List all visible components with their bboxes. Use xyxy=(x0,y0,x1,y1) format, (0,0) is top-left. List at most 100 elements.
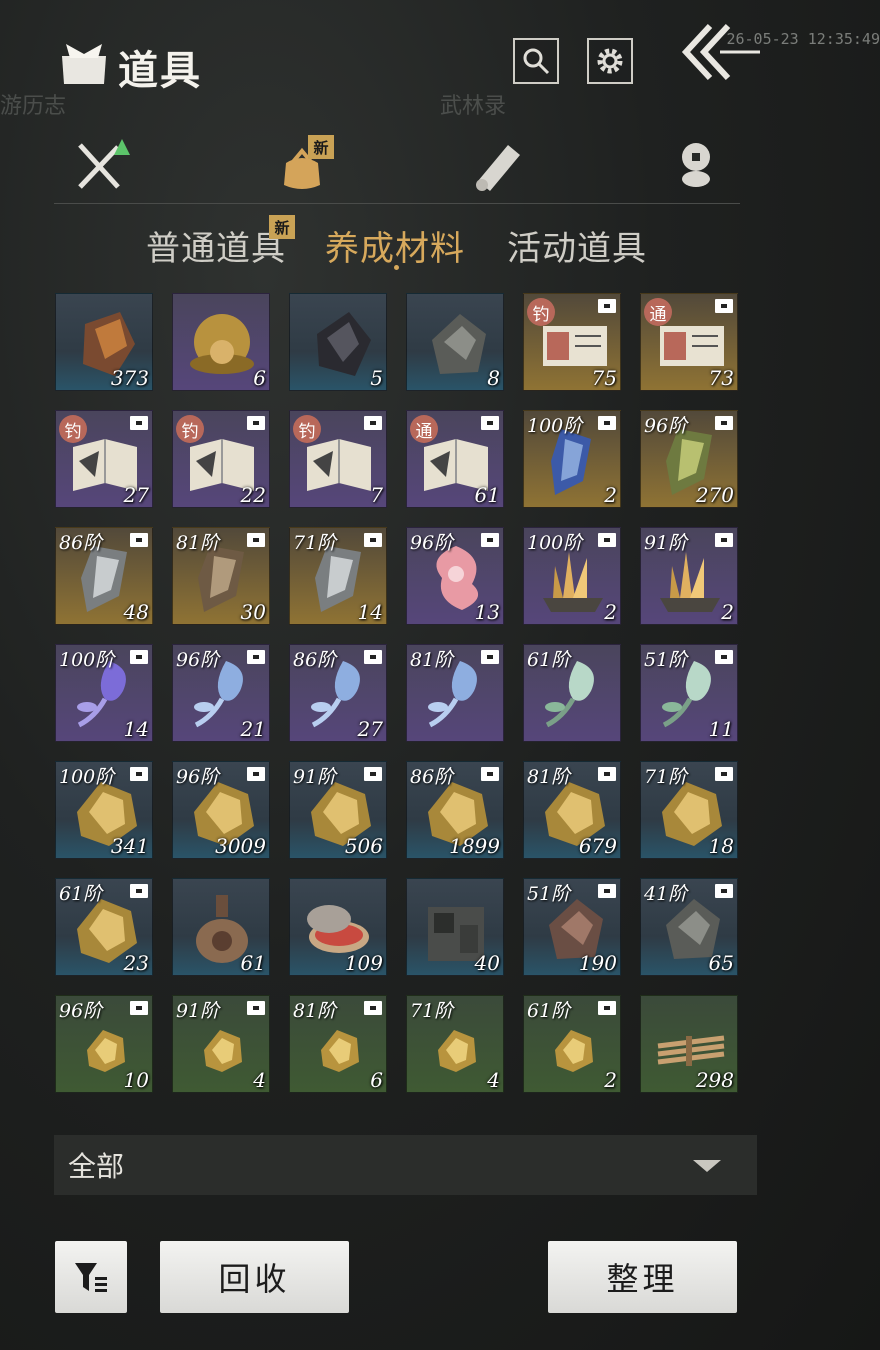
scroll-icon xyxy=(476,145,520,191)
chevron-down-icon xyxy=(693,1160,721,1172)
inventory-slot[interactable]: 8 xyxy=(406,293,504,391)
inventory-slot[interactable]: 61阶 2 xyxy=(523,995,621,1093)
bound-icon xyxy=(247,533,265,547)
bound-icon xyxy=(130,767,148,781)
inventory-slot[interactable]: 钓 22 xyxy=(172,410,270,508)
inventory-slot[interactable]: 71阶 18 xyxy=(640,761,738,859)
item-tier: 100阶 xyxy=(527,415,583,437)
settings-button[interactable] xyxy=(587,38,633,84)
item-tier: 81阶 xyxy=(410,649,454,671)
inventory-slot[interactable]: 100阶 2 xyxy=(523,410,621,508)
tab-event-items[interactable]: 活动道具 xyxy=(507,221,647,270)
item-tier: 96阶 xyxy=(59,1000,103,1022)
recycle-button[interactable]: 回收 xyxy=(160,1241,349,1313)
inventory-slot[interactable]: 96阶 13 xyxy=(406,527,504,625)
tab-growth-materials[interactable]: 养成材料 xyxy=(325,221,465,270)
tab-normal-items[interactable]: 普通道具 xyxy=(146,221,286,270)
inventory-slot[interactable]: 51阶 190 xyxy=(523,878,621,976)
inventory-slot[interactable]: 61阶 23 xyxy=(55,878,153,976)
bound-icon xyxy=(364,767,382,781)
item-count: 73 xyxy=(708,366,734,390)
inventory-slot[interactable]: 71阶 4 xyxy=(406,995,504,1093)
item-count: 10 xyxy=(123,1068,149,1092)
bound-icon xyxy=(130,884,148,898)
inventory-slot[interactable]: 51阶 11 xyxy=(640,644,738,742)
inventory-slot[interactable]: 81阶 xyxy=(406,644,504,742)
bound-icon xyxy=(598,299,616,313)
bound-icon xyxy=(247,416,265,430)
bound-icon xyxy=(715,299,733,313)
inventory-slot[interactable]: 41阶 65 xyxy=(640,878,738,976)
inventory-slot[interactable]: 91阶 506 xyxy=(289,761,387,859)
bound-icon xyxy=(715,650,733,664)
item-tier: 71阶 xyxy=(410,1000,454,1022)
inventory-slot[interactable]: 373 xyxy=(55,293,153,391)
inventory-slot[interactable]: 86阶 1899 xyxy=(406,761,504,859)
inventory-slot[interactable]: 86阶 48 xyxy=(55,527,153,625)
item-count: 5 xyxy=(370,366,383,390)
filter-list-icon xyxy=(75,1263,107,1292)
item-tier: 61阶 xyxy=(527,1000,571,1022)
bound-icon xyxy=(130,416,148,430)
item-count: 2 xyxy=(721,600,734,624)
inventory-slot[interactable]: 40 xyxy=(406,878,504,976)
inventory-slot[interactable]: 96阶 270 xyxy=(640,410,738,508)
category-tabs: 新 xyxy=(54,125,740,204)
double-chevron-back-icon[interactable] xyxy=(680,18,762,84)
item-count: 506 xyxy=(344,834,383,858)
item-count: 75 xyxy=(591,366,617,390)
tab-currency[interactable] xyxy=(666,135,726,195)
filter-dropdown[interactable]: 全部 xyxy=(54,1135,757,1195)
sub-tabs: 普通道具 新 养成材料 活动道具 xyxy=(0,215,880,275)
tab-scrolls[interactable] xyxy=(468,135,528,195)
active-tab-indicator xyxy=(394,265,399,270)
item-tier: 61阶 xyxy=(527,649,571,671)
inventory-slot[interactable]: 钓 75 xyxy=(523,293,621,391)
bound-icon xyxy=(130,650,148,664)
inventory-slot[interactable]: 钓7 xyxy=(289,410,387,508)
inventory-slot[interactable]: 6 xyxy=(172,293,270,391)
inventory-slot[interactable]: 61 xyxy=(172,878,270,976)
inventory-slot[interactable]: 81阶 679 xyxy=(523,761,621,859)
item-tier: 96阶 xyxy=(410,532,454,554)
item-count: 18 xyxy=(708,834,734,858)
item-count: 27 xyxy=(123,483,149,507)
inventory-slot[interactable]: 91阶 4 xyxy=(172,995,270,1093)
tab-materials[interactable]: 新 xyxy=(272,135,334,195)
item-count: 190 xyxy=(578,951,617,975)
bound-icon xyxy=(598,767,616,781)
inventory-slot[interactable]: 71阶 14 xyxy=(289,527,387,625)
item-tier: 96阶 xyxy=(176,766,220,788)
inventory-slot[interactable]: 5 xyxy=(289,293,387,391)
sort-button[interactable]: 整理 xyxy=(548,1241,737,1313)
gear-icon xyxy=(597,48,623,74)
item-count: 6 xyxy=(370,1068,383,1092)
filter-selected-value: 全部 xyxy=(68,1150,125,1183)
inventory-slot[interactable]: 通 73 xyxy=(640,293,738,391)
inventory-slot[interactable]: 通 61 xyxy=(406,410,504,508)
inventory-slot[interactable]: 96阶 21 xyxy=(172,644,270,742)
item-seal-badge: 通 xyxy=(644,298,672,326)
inventory-slot[interactable]: 100阶 341 xyxy=(55,761,153,859)
inventory-slot[interactable]: 109 xyxy=(289,878,387,976)
inventory-slot[interactable]: 91阶 2 xyxy=(640,527,738,625)
inventory-slot[interactable]: 96阶 10 xyxy=(55,995,153,1093)
inventory-slot[interactable]: 100阶 2 xyxy=(523,527,621,625)
tab-weapons[interactable] xyxy=(70,135,130,195)
item-tier: 100阶 xyxy=(59,649,115,671)
bound-icon xyxy=(130,533,148,547)
inventory-slot[interactable]: 81阶 30 xyxy=(172,527,270,625)
inventory-slot[interactable]: 61阶 xyxy=(523,644,621,742)
inventory-slot[interactable]: 96阶 3009 xyxy=(172,761,270,859)
search-button[interactable] xyxy=(513,38,559,84)
item-seal-badge: 钓 xyxy=(176,415,204,443)
inventory-slot[interactable]: 86阶 27 xyxy=(289,644,387,742)
item-count: 4 xyxy=(253,1068,266,1092)
inventory-slot[interactable]: 钓 27 xyxy=(55,410,153,508)
inventory-slot[interactable]: 298 xyxy=(640,995,738,1093)
ore-gray-icon xyxy=(432,314,486,374)
item-count: 7 xyxy=(370,483,383,507)
filter-button[interactable] xyxy=(55,1241,127,1313)
inventory-slot[interactable]: 81阶 6 xyxy=(289,995,387,1093)
inventory-slot[interactable]: 100阶 14 xyxy=(55,644,153,742)
